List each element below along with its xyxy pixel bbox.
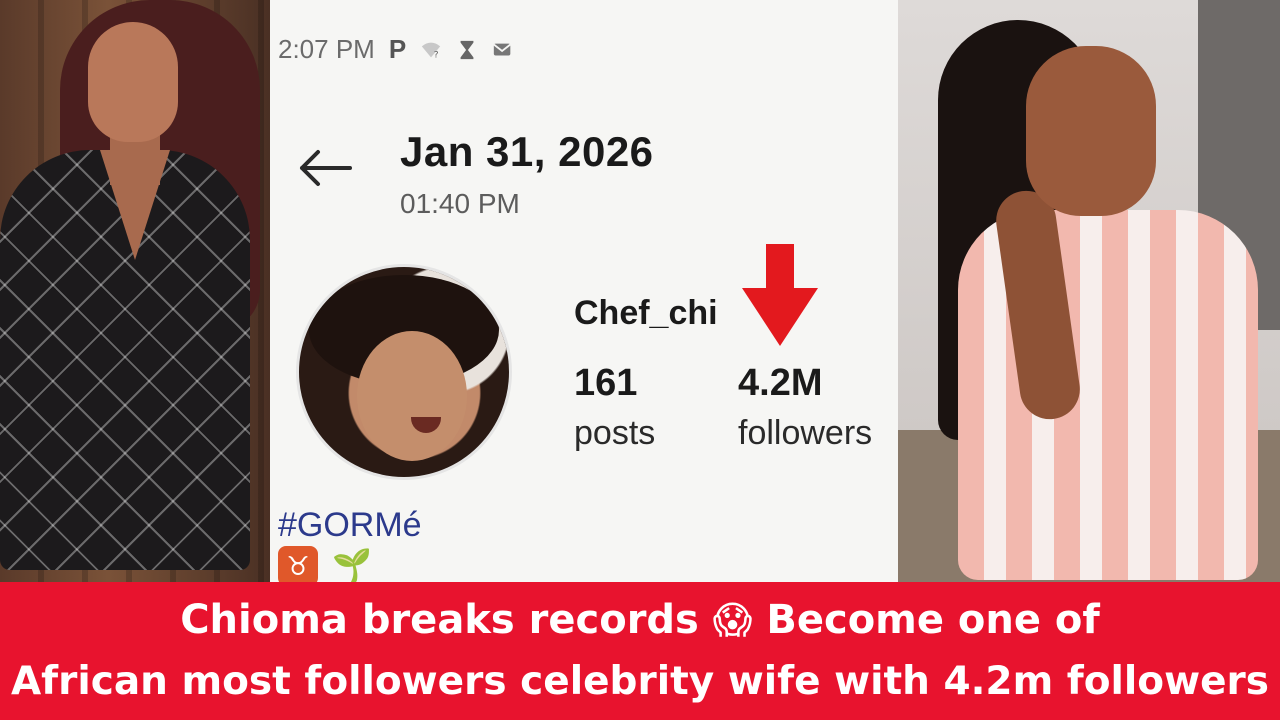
caption-line-1-start: Chioma breaks records xyxy=(180,597,699,643)
seedling-icon: 🌱 xyxy=(332,547,372,582)
photo-face xyxy=(1026,46,1156,216)
bio-emojis: ♉ 🌱 xyxy=(278,546,372,582)
bio-hashtag[interactable]: #GORMé xyxy=(278,506,422,545)
right-photo xyxy=(898,0,1280,582)
caption-banner: Chioma breaks records 😱 Become one of Af… xyxy=(0,582,1280,720)
mail-icon xyxy=(493,43,512,55)
screaming-face-icon: 😱 xyxy=(712,598,753,642)
posts-count: 161 xyxy=(574,362,638,404)
svg-text:?: ? xyxy=(434,49,439,60)
profile-screenshot: 2:07 PM P ? Jan 31, 2026 01:40 PM Chef_c… xyxy=(270,0,898,582)
red-down-arrow-icon xyxy=(742,244,818,346)
taurus-icon: ♉ xyxy=(278,546,318,582)
avatar-face xyxy=(357,331,467,461)
profile-username: Chef_chi xyxy=(574,294,718,332)
parking-icon: P xyxy=(388,34,407,64)
wifi-icon: ? xyxy=(422,42,441,60)
caption-line-1-end: Become one of xyxy=(766,597,1100,643)
back-arrow-icon[interactable] xyxy=(296,148,352,188)
followers-count: 4.2M xyxy=(738,362,823,404)
status-bar: 2:07 PM P ? xyxy=(278,34,514,65)
caption-line-2: African most followers celebrity wife wi… xyxy=(10,659,1270,704)
photo-neck xyxy=(110,135,160,185)
left-photo xyxy=(0,0,270,582)
status-time: 2:07 PM xyxy=(278,34,375,64)
posts-label[interactable]: posts xyxy=(574,414,655,453)
hourglass-icon xyxy=(460,40,474,59)
page-title-date: Jan 31, 2026 xyxy=(400,128,654,175)
followers-label[interactable]: followers xyxy=(738,414,872,453)
page-subtitle-time: 01:40 PM xyxy=(400,188,520,219)
caption-line-1: Chioma breaks records 😱 Become one of xyxy=(180,591,1100,649)
avatar[interactable] xyxy=(296,264,512,480)
photo-face xyxy=(88,22,178,142)
